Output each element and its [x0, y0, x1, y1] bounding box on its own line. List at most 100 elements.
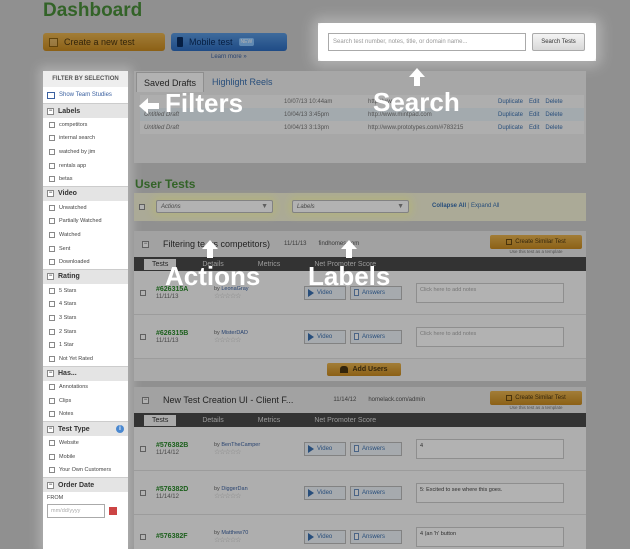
- filter-checkbox[interactable]: [49, 355, 55, 362]
- collapse-group-icon[interactable]: −: [142, 396, 149, 404]
- star-rating[interactable]: ☆☆☆☆☆: [214, 536, 304, 544]
- filter-option[interactable]: Notes: [43, 408, 128, 422]
- filter-checkbox[interactable]: [49, 384, 55, 391]
- filter-option[interactable]: rentals app: [43, 159, 128, 173]
- draft-duplicate-link[interactable]: Duplicate: [498, 125, 523, 131]
- answers-button[interactable]: Answers: [350, 529, 402, 544]
- collapse-section-icon[interactable]: −: [47, 107, 54, 115]
- tester-link[interactable]: DiggerDan: [221, 486, 247, 492]
- collapse-section-icon[interactable]: −: [47, 481, 54, 489]
- info-icon[interactable]: i: [116, 425, 124, 434]
- filter-option[interactable]: betas: [43, 172, 128, 186]
- filter-option[interactable]: watched by jim: [43, 145, 128, 159]
- filter-option[interactable]: Sent: [43, 242, 128, 256]
- filter-checkbox[interactable]: [49, 440, 55, 447]
- add-users-button[interactable]: Add Users: [327, 363, 401, 376]
- select-all-checkbox[interactable]: [139, 204, 145, 210]
- draft-duplicate-link[interactable]: Duplicate: [498, 99, 523, 105]
- draft-delete-link[interactable]: Delete: [545, 99, 562, 105]
- tester-link[interactable]: BenTheCamper: [221, 442, 260, 448]
- tab-metrics[interactable]: Metrics: [258, 261, 281, 268]
- filter-checkbox[interactable]: [49, 231, 55, 238]
- show-team-studies-link[interactable]: Show Team Studies: [43, 87, 128, 103]
- learn-more-link[interactable]: Learn more »: [211, 54, 247, 60]
- star-rating[interactable]: ☆☆☆☆☆: [214, 492, 304, 500]
- video-button[interactable]: Video: [304, 485, 346, 500]
- filter-option[interactable]: Annotations: [43, 381, 128, 395]
- filter-option[interactable]: Mobile: [43, 450, 128, 464]
- test-id-link[interactable]: #626315B: [156, 330, 214, 337]
- filter-checkbox[interactable]: [49, 218, 55, 225]
- filter-section-header[interactable]: − Order Date: [43, 477, 128, 493]
- from-date-input[interactable]: mm/dd/yyyy: [47, 504, 105, 519]
- filter-checkbox[interactable]: [49, 397, 55, 404]
- mobile-test-button[interactable]: Mobile test NEW: [171, 33, 287, 51]
- filter-checkbox[interactable]: [49, 245, 55, 252]
- notes-field[interactable]: 4: [416, 438, 564, 459]
- filter-checkbox[interactable]: [49, 411, 55, 418]
- tester-link[interactable]: Matthew70: [221, 530, 248, 536]
- create-test-button[interactable]: Create a new test: [43, 33, 165, 51]
- collapse-section-icon[interactable]: −: [47, 190, 54, 198]
- draft-delete-link[interactable]: Delete: [545, 112, 562, 118]
- filter-checkbox[interactable]: [49, 148, 55, 155]
- filter-checkbox[interactable]: [49, 467, 55, 474]
- expand-all-link[interactable]: Expand All: [471, 203, 499, 209]
- filter-checkbox[interactable]: [49, 121, 55, 128]
- notes-field[interactable]: 4 (an 'h' button: [416, 526, 564, 547]
- filter-option[interactable]: Not Yet Rated: [43, 352, 128, 366]
- filter-checkbox[interactable]: [49, 453, 55, 460]
- video-button[interactable]: Video: [304, 441, 346, 456]
- test-id-link[interactable]: #576382B: [156, 442, 214, 449]
- filter-option[interactable]: Partially Watched: [43, 215, 128, 229]
- filter-option[interactable]: Website: [43, 436, 128, 450]
- filter-option[interactable]: 5 Stars: [43, 284, 128, 298]
- answers-button[interactable]: Answers: [350, 329, 402, 344]
- tester-link[interactable]: MisterDAD: [221, 330, 248, 336]
- test-id-link[interactable]: #576382F: [156, 533, 214, 540]
- answers-button[interactable]: Answers: [350, 485, 402, 500]
- filter-section-header[interactable]: − Has...: [43, 365, 128, 381]
- search-input[interactable]: Search test number, notes, title, or dom…: [328, 33, 526, 51]
- filter-checkbox[interactable]: [49, 342, 55, 349]
- filter-section-header[interactable]: − Test Type i: [43, 421, 128, 437]
- video-button[interactable]: Video: [304, 529, 346, 544]
- filter-option[interactable]: competitors: [43, 118, 128, 132]
- collapse-group-icon[interactable]: −: [142, 240, 149, 248]
- filter-checkbox[interactable]: [49, 135, 55, 142]
- filter-option[interactable]: 4 Stars: [43, 298, 128, 312]
- filter-option[interactable]: Clips: [43, 394, 128, 408]
- tab-tests[interactable]: Tests: [144, 414, 177, 426]
- tab-metrics[interactable]: Metrics: [258, 417, 281, 424]
- star-rating[interactable]: ☆☆☆☆☆: [214, 292, 304, 300]
- filter-option[interactable]: internal search: [43, 132, 128, 146]
- filter-checkbox[interactable]: [49, 176, 55, 183]
- filter-checkbox[interactable]: [49, 314, 55, 321]
- draft-edit-link[interactable]: Edit: [529, 112, 539, 118]
- filter-option[interactable]: 3 Stars: [43, 311, 128, 325]
- filter-checkbox[interactable]: [49, 301, 55, 308]
- collapse-section-icon[interactable]: −: [47, 370, 54, 377]
- test-id-link[interactable]: #576382D: [156, 486, 214, 493]
- filter-section-header[interactable]: − Video: [43, 185, 128, 201]
- video-button[interactable]: Video: [304, 329, 346, 344]
- collapse-section-icon[interactable]: −: [47, 273, 54, 281]
- filter-section-header[interactable]: − Labels: [43, 103, 128, 118]
- filter-option[interactable]: Your Own Customers: [43, 463, 128, 477]
- tab-details[interactable]: Details: [202, 417, 223, 424]
- star-rating[interactable]: ☆☆☆☆☆: [214, 336, 304, 344]
- filter-checkbox[interactable]: [49, 204, 55, 211]
- collapse-all-link[interactable]: Collapse All: [432, 203, 466, 209]
- draft-edit-link[interactable]: Edit: [529, 99, 539, 105]
- create-similar-test-button[interactable]: Create Similar Test: [490, 390, 582, 405]
- collapse-section-icon[interactable]: −: [47, 425, 54, 433]
- draft-delete-link[interactable]: Delete: [545, 125, 562, 131]
- filter-option[interactable]: Downloaded: [43, 255, 128, 269]
- filter-checkbox[interactable]: [49, 259, 55, 266]
- answers-button[interactable]: Answers: [350, 441, 402, 456]
- star-rating[interactable]: ☆☆☆☆☆: [214, 448, 304, 456]
- notes-field[interactable]: Click here to add notes: [416, 326, 564, 347]
- notes-field[interactable]: 5: Excited to see where this goes.: [416, 482, 564, 503]
- labels-select[interactable]: Labels ▼: [292, 200, 409, 213]
- filter-checkbox[interactable]: [49, 162, 55, 169]
